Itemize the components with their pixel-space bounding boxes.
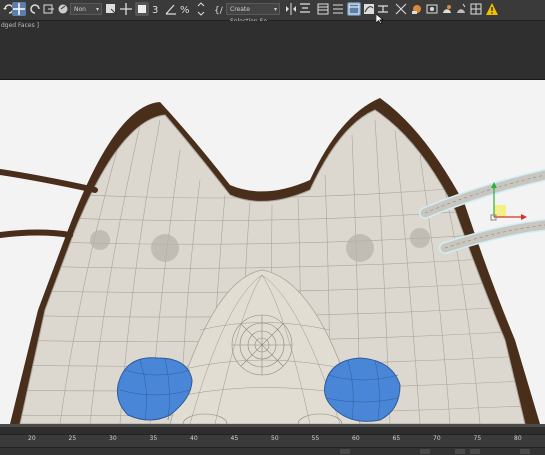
svg-text:{/: {/ <box>214 6 224 16</box>
move-icon[interactable] <box>119 2 133 16</box>
status-button[interactable] <box>520 449 530 454</box>
track-bar[interactable]: 20 25 30 35 40 45 50 55 60 65 70 75 80 <box>0 434 545 448</box>
angle-snap-icon[interactable] <box>164 2 178 16</box>
filter-dropdown-value: Non <box>74 6 86 13</box>
timeline-tick-label: 80 <box>514 435 522 442</box>
timeline-panel: 20 25 30 35 40 45 50 55 60 65 70 75 80 <box>0 424 545 455</box>
chevron-down-icon: ▾ <box>95 6 99 13</box>
timeline-tick-label: 60 <box>352 435 360 442</box>
timeline-tick-label: 25 <box>68 435 77 442</box>
timeline-tick-label: 50 <box>271 435 279 442</box>
perspective-viewport[interactable] <box>0 80 545 424</box>
select-region-icon[interactable] <box>135 2 149 16</box>
render-icon[interactable] <box>440 2 454 16</box>
edit-named-sets-icon[interactable]: {/ <box>212 2 226 16</box>
nose-detail <box>231 314 293 376</box>
left-whisker-top <box>0 169 98 193</box>
status-button[interactable] <box>340 449 350 454</box>
select-object-icon[interactable] <box>12 2 26 16</box>
mouse-cursor-icon <box>376 14 384 24</box>
time-slider[interactable] <box>0 424 545 427</box>
status-bar <box>0 448 545 455</box>
timeline-tick-label: 75 <box>473 435 482 442</box>
status-button[interactable] <box>470 449 480 454</box>
timeline-tick-label: 40 <box>190 435 198 442</box>
viewport-grid-icon[interactable] <box>469 2 483 16</box>
status-button[interactable] <box>455 449 465 454</box>
align-icon[interactable] <box>298 2 312 16</box>
selection-info-label: dged Faces ] <box>1 22 39 29</box>
render-production-icon[interactable] <box>454 2 468 16</box>
warning-icon[interactable] <box>485 2 499 16</box>
bind-icon[interactable] <box>56 2 70 16</box>
percent-snap-icon[interactable]: % <box>179 2 193 16</box>
spinner-snap-icon[interactable] <box>194 2 208 16</box>
ribbon-toggle-icon[interactable] <box>347 2 361 16</box>
select-icon[interactable] <box>104 2 118 16</box>
cat-model-mesh <box>0 98 545 424</box>
link-icon[interactable] <box>42 2 56 16</box>
render-setup-icon[interactable] <box>410 2 424 16</box>
selection-set-dropdown[interactable]: Create Selection Se ▾ <box>226 3 280 25</box>
render-frame-icon[interactable] <box>425 2 439 16</box>
snap-3d-icon[interactable]: 3 <box>150 2 164 16</box>
mirror-icon[interactable] <box>284 2 298 16</box>
svg-text:3: 3 <box>152 5 158 16</box>
timeline-tick-label: 35 <box>149 435 158 442</box>
layer-icon[interactable] <box>316 2 330 16</box>
chevron-down-icon: ▾ <box>273 6 277 13</box>
timeline-tick-label: 45 <box>230 435 239 442</box>
filter-dropdown[interactable]: Non ▾ <box>70 3 102 15</box>
timeline-tick-label: 65 <box>392 435 401 442</box>
svg-text:%: % <box>180 5 190 16</box>
timeline-tick-label: 70 <box>433 435 441 442</box>
curve-editor-icon[interactable] <box>362 2 376 16</box>
main-toolbar: Non ▾ 3 % {/ Create Selection Se ▾ <box>0 0 545 25</box>
scene-explorer-icon[interactable] <box>331 2 345 16</box>
timeline-tick-label: 30 <box>109 435 117 442</box>
timeline-tick-label: 20 <box>28 435 36 442</box>
timeline-tick-label: 55 <box>311 435 320 442</box>
left-whisker-bottom <box>0 229 73 238</box>
material-editor-icon[interactable] <box>394 2 408 16</box>
redo-icon[interactable] <box>28 2 42 16</box>
status-button[interactable] <box>420 449 430 454</box>
ribbon-panel: dged Faces ] <box>0 21 545 80</box>
